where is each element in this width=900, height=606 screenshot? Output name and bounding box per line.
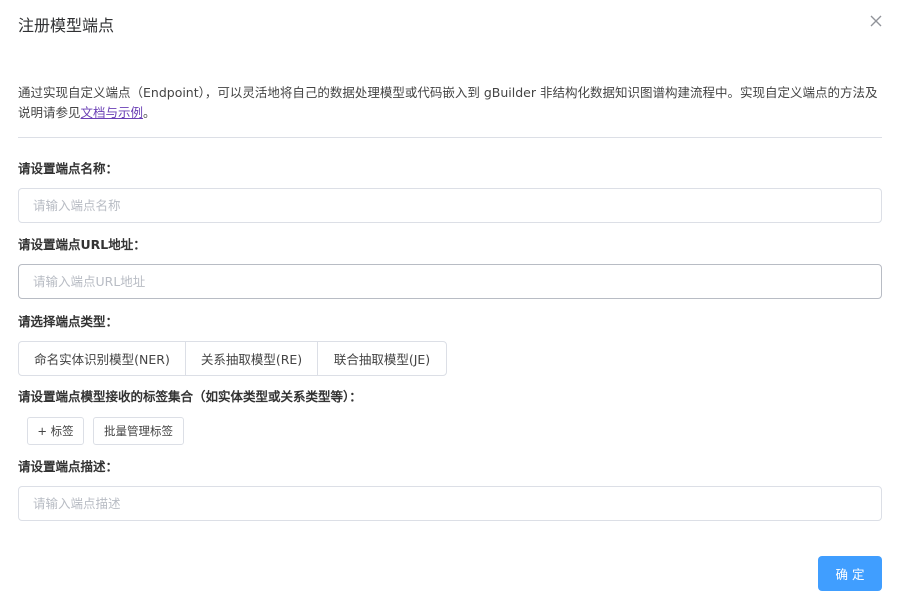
tags-label: 请设置端点模型接收的标签集合（如实体类型或关系类型等）： bbox=[18, 389, 362, 404]
type-option-je[interactable]: 联合抽取模型(JE) bbox=[317, 341, 447, 376]
name-label: 请设置端点名称： bbox=[18, 161, 119, 176]
endpoint-description-input[interactable] bbox=[18, 486, 882, 521]
batch-manage-tags-button[interactable]: 批量管理标签 bbox=[93, 417, 184, 445]
intro-suffix: 。 bbox=[143, 105, 156, 120]
url-label: 请设置端点URL地址： bbox=[18, 237, 146, 252]
endpoint-url-input[interactable] bbox=[18, 264, 882, 299]
type-label: 请选择端点类型： bbox=[18, 314, 119, 329]
description-label: 请设置端点描述： bbox=[18, 459, 119, 474]
confirm-button[interactable]: 确定 bbox=[818, 556, 882, 591]
endpoint-name-input[interactable] bbox=[18, 188, 882, 223]
add-tag-button[interactable]: + 标签 bbox=[27, 417, 84, 445]
close-icon[interactable] bbox=[868, 13, 884, 29]
docs-link[interactable]: 文档与示例 bbox=[81, 105, 144, 120]
intro-text: 通过实现自定义端点（Endpoint），可以灵活地将自己的数据处理模型或代码嵌入… bbox=[18, 83, 882, 123]
register-endpoint-dialog: 注册模型端点 通过实现自定义端点（Endpoint），可以灵活地将自己的数据处理… bbox=[0, 0, 900, 606]
dialog-title: 注册模型端点 bbox=[18, 16, 115, 35]
type-option-re[interactable]: 关系抽取模型(RE) bbox=[185, 341, 318, 376]
type-option-ner[interactable]: 命名实体识别模型(NER) bbox=[18, 341, 186, 376]
divider bbox=[18, 137, 882, 138]
endpoint-type-selector: 命名实体识别模型(NER) 关系抽取模型(RE) 联合抽取模型(JE) bbox=[18, 341, 447, 376]
